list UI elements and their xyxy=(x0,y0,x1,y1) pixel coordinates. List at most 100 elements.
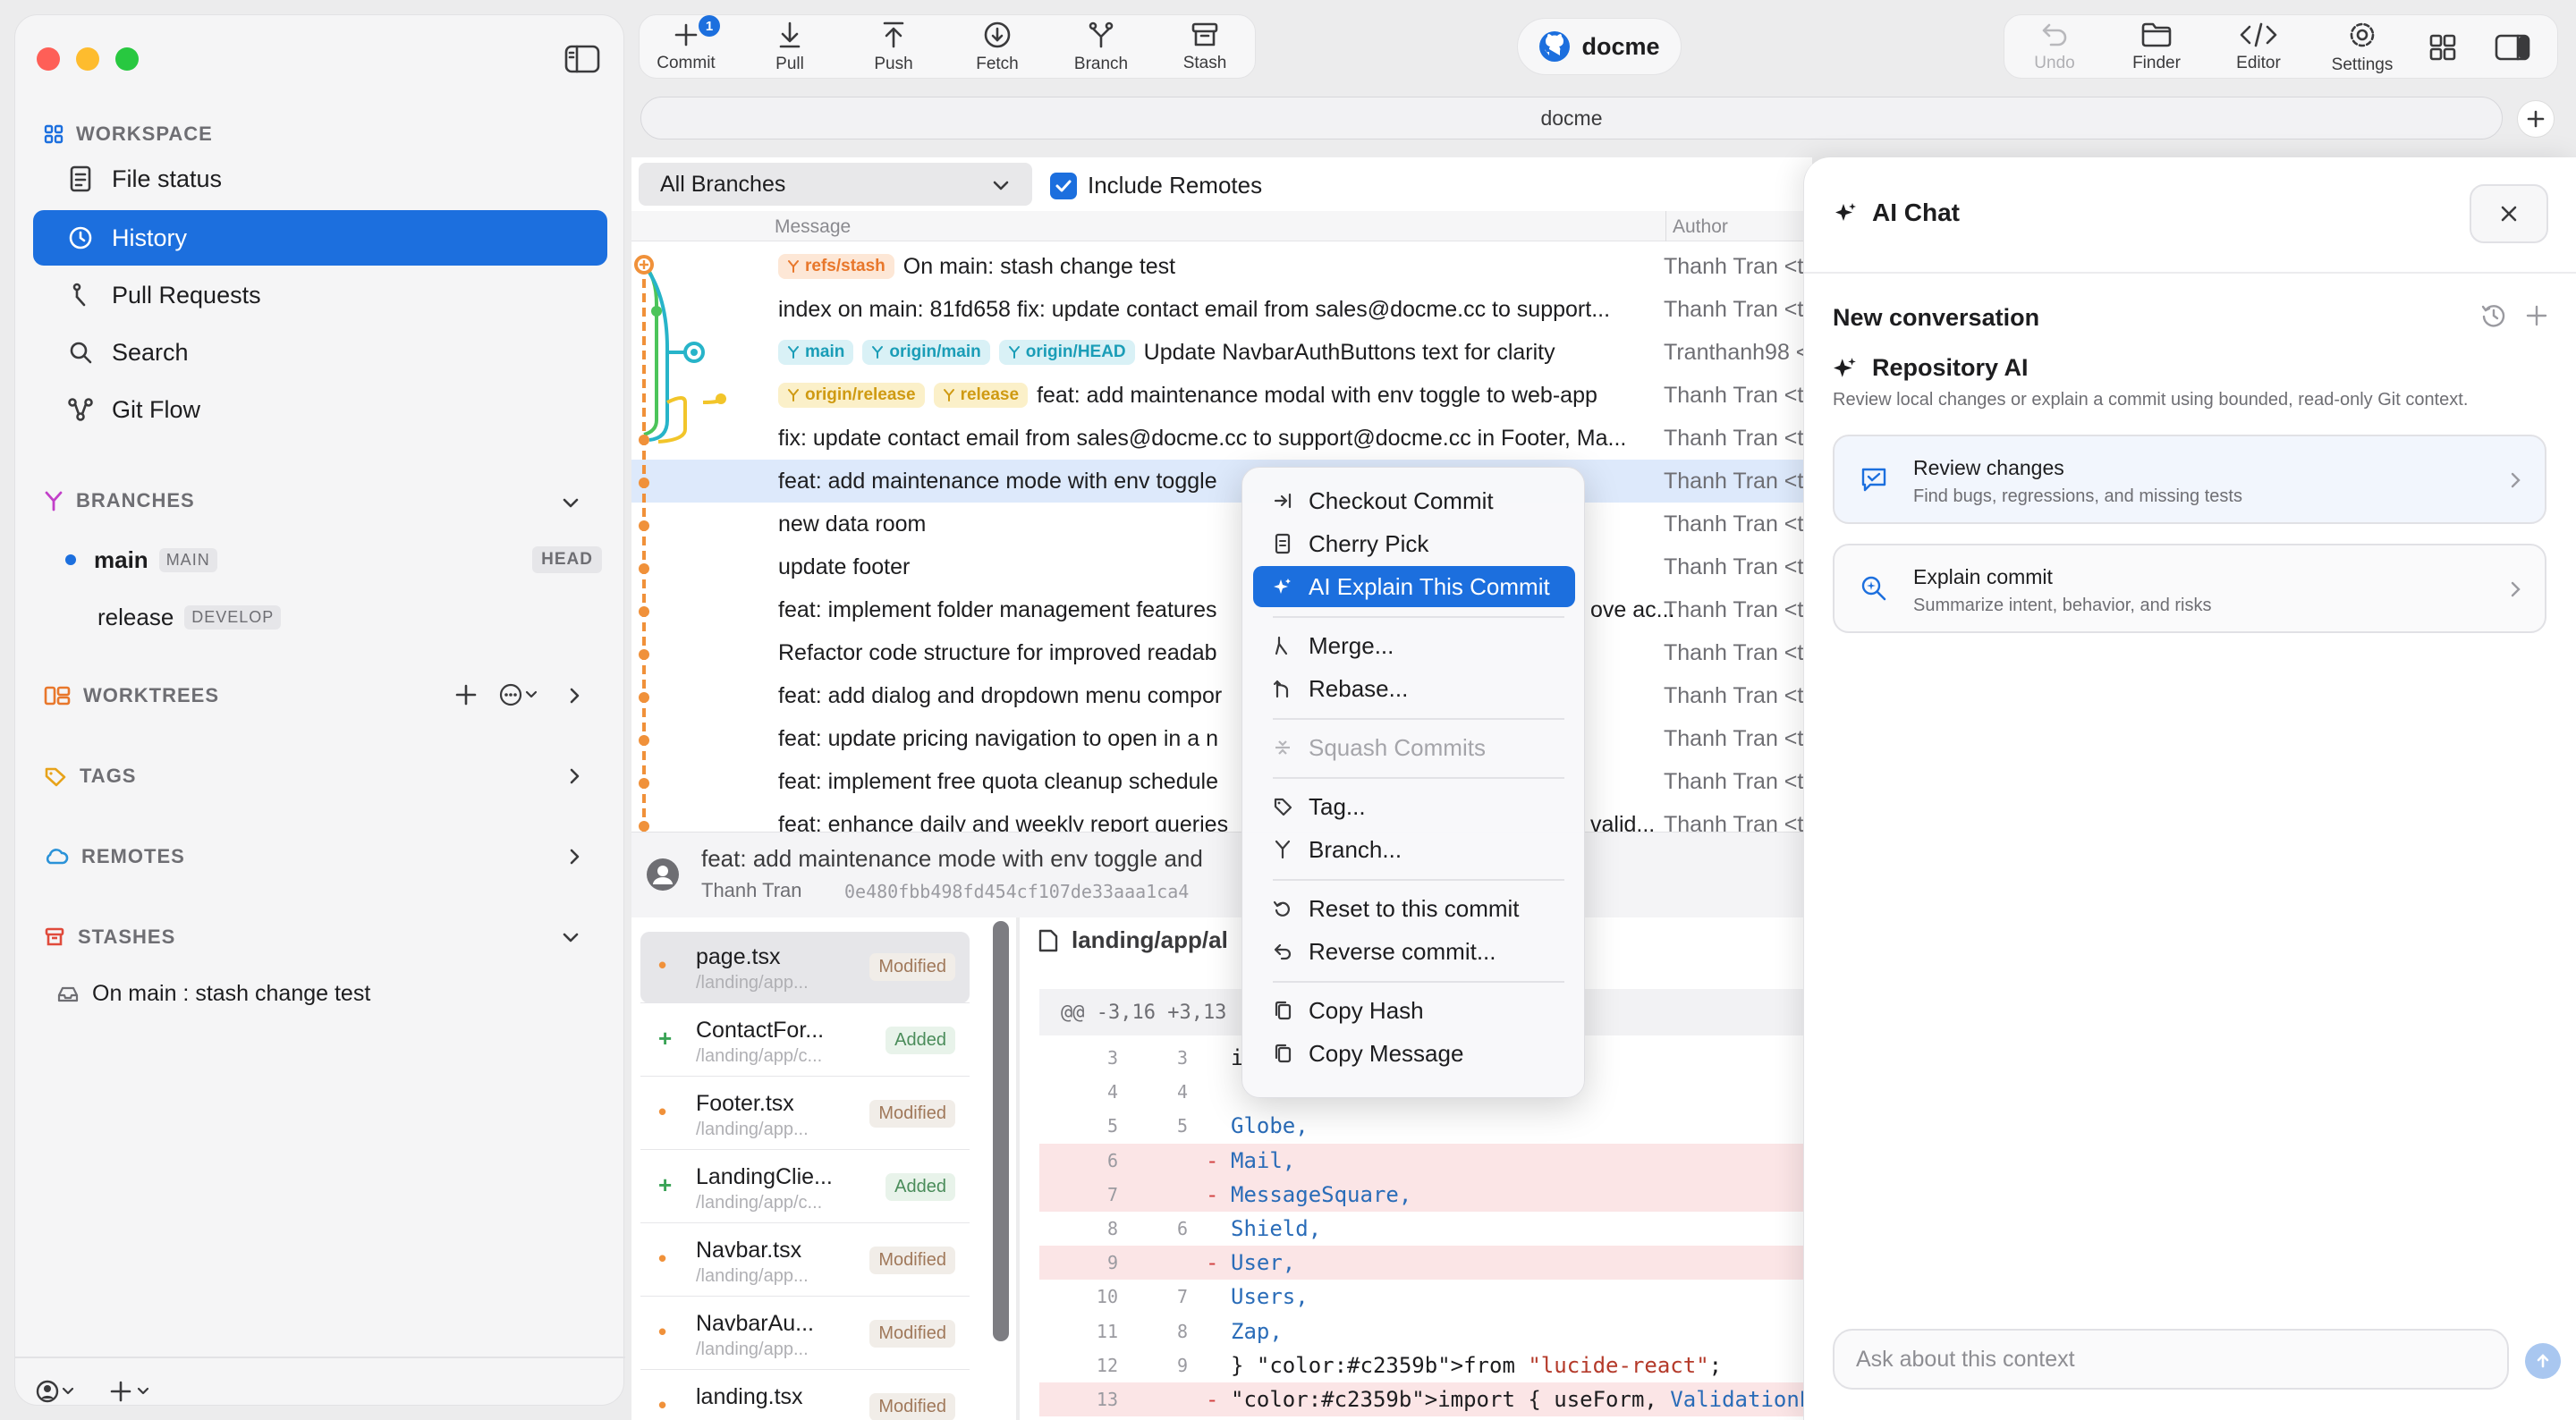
branch-button[interactable]: Branch xyxy=(1056,15,1146,80)
more-options-icon[interactable] xyxy=(498,682,543,707)
zoom-window-button[interactable] xyxy=(115,47,139,71)
commit-row[interactable]: update footer Thanh Tran <tr xyxy=(631,545,1807,588)
settings-button[interactable]: Settings xyxy=(2318,15,2407,80)
ref-badge[interactable]: refs/stash xyxy=(778,254,894,279)
menu-item-rebase[interactable]: Rebase... xyxy=(1253,668,1575,709)
commit-count-badge: 1 xyxy=(699,15,720,37)
close-window-button[interactable] xyxy=(37,47,60,71)
ref-badge[interactable]: main xyxy=(778,340,854,365)
commit-row[interactable]: origin/release release feat: add maintenan… xyxy=(631,374,1807,417)
commit-row[interactable]: feat: add maintenance mode with env togg… xyxy=(631,460,1807,503)
commit-row[interactable]: main origin/main origin/HEAD Update NavbarA… xyxy=(631,331,1807,374)
send-button[interactable] xyxy=(2525,1343,2561,1379)
chevron-down-icon[interactable] xyxy=(561,493,580,512)
chevron-right-icon[interactable] xyxy=(564,686,584,706)
stashes-section-header[interactable]: STASHES xyxy=(44,926,175,949)
repository-button[interactable]: docme xyxy=(1517,18,1682,75)
chat-input[interactable]: Ask about this context xyxy=(1833,1329,2509,1390)
remotes-title: REMOTES xyxy=(81,845,185,867)
commit-row[interactable]: feat: implement free quota cleanup sched… xyxy=(631,760,1807,803)
review-changes-card[interactable]: Review changes Find bugs, regressions, a… xyxy=(1833,435,2546,524)
menu-item-reset-commit[interactable]: Reset to this commit xyxy=(1253,888,1575,929)
changed-file-item[interactable]: • NavbarAu... /landing/app... Modified xyxy=(640,1298,970,1370)
tags-section-header[interactable]: TAGS xyxy=(44,765,136,788)
ref-badge[interactable]: release xyxy=(933,383,1029,408)
sidebar-item-history[interactable]: History xyxy=(33,210,607,266)
editor-button[interactable]: Editor xyxy=(2214,15,2303,80)
branch-item-main[interactable]: main MAIN HEAD xyxy=(65,543,602,577)
chevron-right-icon[interactable] xyxy=(564,766,584,786)
fetch-button[interactable]: Fetch xyxy=(953,15,1042,80)
sidebar-item-pull-requests[interactable]: Pull Requests xyxy=(33,267,607,323)
history-icon[interactable] xyxy=(2480,302,2507,329)
new-tab-button[interactable] xyxy=(2517,100,2555,138)
account-icon[interactable] xyxy=(35,1378,80,1405)
menu-item-tag[interactable]: Tag... xyxy=(1253,786,1575,827)
add-menu-icon[interactable] xyxy=(108,1378,157,1405)
chevron-right-icon[interactable] xyxy=(564,847,584,866)
ref-badge[interactable]: origin/release xyxy=(778,383,925,408)
menu-item-merge[interactable]: Merge... xyxy=(1253,625,1575,666)
old-line-number: 4 xyxy=(1106,1081,1118,1103)
plus-icon xyxy=(673,21,699,48)
changed-file-item[interactable]: + LandingClie... /landing/app/c... Added xyxy=(640,1152,970,1223)
grid-layout-icon[interactable] xyxy=(2428,33,2457,62)
menu-item-label: Copy Message xyxy=(1309,1039,1464,1067)
new-conversation-icon[interactable] xyxy=(2525,304,2548,327)
commit-row[interactable]: index on main: 81fd658 fix: update conta… xyxy=(631,288,1807,331)
include-remotes-checkbox[interactable]: Include Remotes xyxy=(1050,172,1262,199)
ref-badge[interactable]: origin/main xyxy=(862,340,990,365)
ref-badge[interactable]: origin/HEAD xyxy=(998,340,1135,365)
commit-author: Thanh Tran <tr xyxy=(1664,468,1807,494)
commit-row[interactable]: Refactor code structure for improved rea… xyxy=(631,631,1807,674)
commit-row[interactable]: feat: add dialog and dropdown menu compo… xyxy=(631,674,1807,717)
changed-file-item[interactable]: • landing.tsx Modified xyxy=(640,1372,970,1420)
minimize-window-button[interactable] xyxy=(76,47,99,71)
branch-item-release[interactable]: release DEVELOP xyxy=(97,600,282,634)
commit-row[interactable]: refs/stash On main: stash change test Than… xyxy=(631,245,1807,288)
path-bar[interactable]: docme xyxy=(640,97,2503,139)
menu-item-cherry-pick[interactable]: Cherry Pick xyxy=(1253,523,1575,564)
sidebar-toggle-icon[interactable] xyxy=(564,44,600,74)
worktrees-section-header[interactable]: WORKTREES xyxy=(44,684,219,707)
menu-item-copy-message[interactable]: Copy Message xyxy=(1253,1033,1575,1074)
commit-hash[interactable]: 0e480fbb498fd454cf107de33aaa1ca4 xyxy=(844,881,1189,902)
push-button[interactable]: Push xyxy=(849,15,938,80)
stash-item[interactable]: On main : stash change test xyxy=(56,981,370,1007)
sidebar-item-file-status[interactable]: File status xyxy=(33,151,607,207)
commit-row[interactable]: feat: update pricing navigation to open … xyxy=(631,717,1807,760)
menu-item-copy-hash[interactable]: Copy Hash xyxy=(1253,990,1575,1031)
sidebar-item-git-flow[interactable]: Git Flow xyxy=(33,382,607,437)
branch-filter-select[interactable]: All Branches xyxy=(639,163,1032,206)
explain-commit-card[interactable]: Explain commit Summarize intent, behavio… xyxy=(1833,544,2546,633)
remotes-section-header[interactable]: REMOTES xyxy=(44,845,185,868)
menu-item-checkout-commit[interactable]: Checkout Commit xyxy=(1253,480,1575,521)
changed-file-item[interactable]: • Navbar.tsx/landing/app... Modified xyxy=(640,1225,970,1297)
file-list-scrollbar[interactable] xyxy=(993,921,1009,1341)
menu-item-branch[interactable]: Branch... xyxy=(1253,829,1575,870)
sidebar-item-label: Git Flow xyxy=(112,395,201,423)
menu-item-ai-explain-commit[interactable]: AI Explain This Commit xyxy=(1253,566,1575,607)
changed-file-item[interactable]: • Footer.tsx/landing/app... Modified xyxy=(640,1078,970,1150)
commit-author: Thanh Tran <tr xyxy=(1664,382,1807,408)
pull-button[interactable]: Pull xyxy=(745,15,835,80)
menu-item-reverse-commit[interactable]: Reverse commit... xyxy=(1253,931,1575,972)
close-chat-button[interactable] xyxy=(2470,184,2548,243)
changed-file-item[interactable]: • page.tsx/landing/app... Modified xyxy=(640,932,970,1003)
commit-button[interactable]: Commit 1 xyxy=(641,15,731,80)
chevron-down-icon[interactable] xyxy=(561,927,580,947)
chevron-right-icon xyxy=(2505,579,2525,599)
undo-button[interactable]: Undo xyxy=(2010,15,2099,80)
finder-button[interactable]: Finder xyxy=(2112,15,2201,80)
sidebar-item-search[interactable]: Search xyxy=(33,325,607,380)
stash-button[interactable]: Stash xyxy=(1160,15,1250,80)
commit-row[interactable]: fix: update contact email from sales@doc… xyxy=(631,417,1807,460)
branches-section-header[interactable]: BRANCHES xyxy=(44,489,195,512)
add-worktree-icon[interactable] xyxy=(453,682,479,707)
commit-row[interactable]: new data room Thanh Tran <tr xyxy=(631,503,1807,545)
code-icon xyxy=(2239,21,2278,48)
right-panel-toggle-icon[interactable] xyxy=(2495,33,2530,62)
card-title: Explain commit xyxy=(1913,565,2053,588)
menu-item-squash-commits[interactable]: Squash Commits xyxy=(1253,727,1575,768)
changed-file-item[interactable]: + ContactFor... /landing/app/c... Added xyxy=(640,1005,970,1077)
